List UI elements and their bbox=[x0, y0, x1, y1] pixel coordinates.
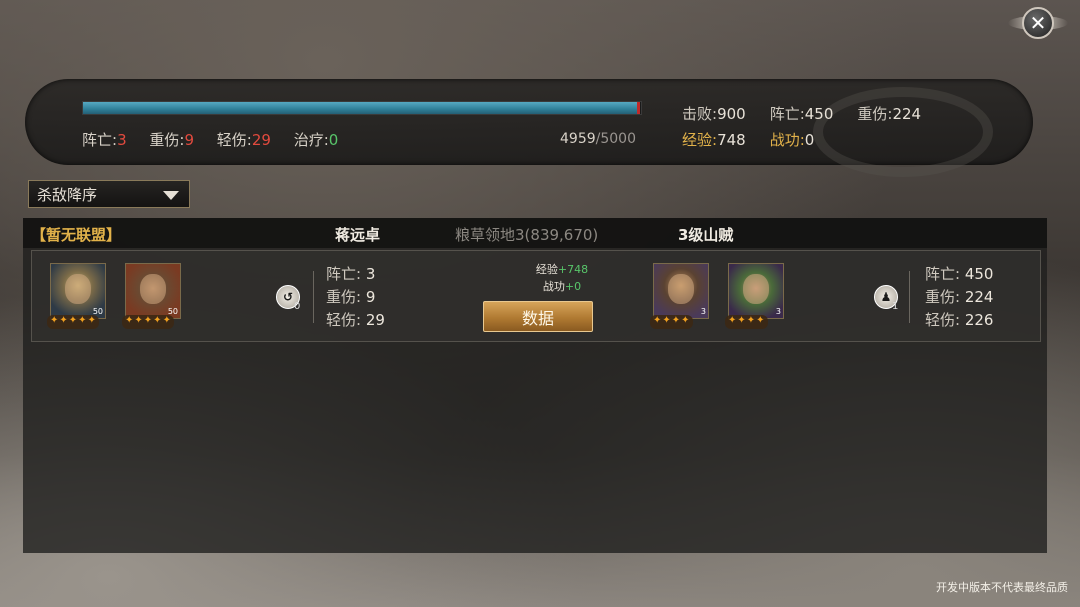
heavy-wound-label: 重伤: bbox=[326, 288, 362, 306]
hero-stars-right-2: ✦ ✦ ✦ ✦ bbox=[725, 315, 768, 329]
hero-portrait-right-1[interactable]: 3 bbox=[653, 263, 709, 319]
heal-label: 治疗: bbox=[293, 131, 329, 149]
hero-stars-right-1: ✦ ✦ ✦ ✦ bbox=[650, 315, 693, 329]
own-losses: 阵亡: 3 重伤: 9 轻伤: 29 bbox=[326, 263, 385, 332]
light-wound-value: 29 bbox=[365, 311, 385, 329]
hero-stars-left-2: ✦ ✦ ✦ ✦ ✦ bbox=[122, 315, 174, 329]
killed-label: 阵亡: bbox=[925, 265, 961, 283]
star-icon: ✦ bbox=[143, 315, 153, 326]
star-icon: ✦ bbox=[125, 315, 134, 326]
killed-label: 阵亡: bbox=[82, 131, 118, 149]
merit-value: 0 bbox=[804, 131, 815, 149]
heavy-wound-value: 9 bbox=[184, 131, 194, 149]
sort-dropdown[interactable]: 杀敌降序 bbox=[28, 180, 190, 208]
army-count-right: 1 bbox=[892, 301, 899, 312]
star-icon: ✦ bbox=[162, 315, 171, 326]
killed-value: 450 bbox=[964, 265, 994, 283]
reward-exp-label: 经验 bbox=[535, 263, 558, 276]
battle-summary-panel: 阵亡:3 重伤:9 轻伤:29 治疗:0 4959/5000 击败:900 阵亡… bbox=[25, 79, 1033, 177]
battle-rewards: 经验+748 战功+0 bbox=[502, 261, 622, 295]
star-icon: ✦ bbox=[68, 315, 78, 326]
killed-value: 3 bbox=[365, 265, 376, 283]
dev-watermark: 开发中版本不代表最终品质 bbox=[936, 581, 1068, 594]
star-icon: ✦ bbox=[78, 315, 87, 326]
hero-portrait-left-1[interactable]: 50 bbox=[50, 263, 106, 319]
reward-merit-value: +0 bbox=[564, 280, 582, 293]
star-icon: ✦ bbox=[87, 315, 96, 326]
enemy-heavy-label: 重伤: bbox=[857, 105, 893, 123]
alliance-name: 【暂无联盟】 bbox=[31, 226, 122, 244]
star-icon: ✦ bbox=[662, 315, 671, 326]
star-icon: ✦ bbox=[756, 315, 765, 326]
heavy-wound-value: 224 bbox=[964, 288, 994, 306]
battle-stats: 击败:900 阵亡:450 重伤:224 经验:748 战功:0 bbox=[682, 103, 945, 155]
enemy-heavy-value: 224 bbox=[892, 105, 922, 123]
light-wound-label: 轻伤: bbox=[925, 311, 961, 329]
enemy-killed-value: 450 bbox=[804, 105, 834, 123]
troop-count: 4959/5000 bbox=[560, 131, 636, 147]
light-wound-label: 轻伤: bbox=[216, 131, 252, 149]
hero-portrait-right-2[interactable]: 3 bbox=[728, 263, 784, 319]
star-icon: ✦ bbox=[134, 315, 143, 326]
killed-value: 3 bbox=[117, 131, 127, 149]
light-wound-value: 226 bbox=[964, 311, 994, 329]
enemy-losses: 阵亡: 450 重伤: 224 轻伤: 226 bbox=[925, 263, 993, 332]
star-icon: ✦ bbox=[59, 315, 68, 326]
light-wound-value: 29 bbox=[251, 131, 271, 149]
exp-value: 748 bbox=[717, 131, 746, 149]
hero-stars-left-1: ✦ ✦ ✦ ✦ ✦ bbox=[47, 315, 99, 329]
defeat-value: 900 bbox=[717, 105, 746, 123]
battle-record-row: 50 ✦ ✦ ✦ ✦ ✦ 50 ✦ ✦ ✦ ✦ ✦ ↺ 0 阵亡: 3 重伤: 9 轻伤: 29… bbox=[31, 250, 1041, 342]
close-icon[interactable]: ✕ bbox=[1022, 7, 1054, 39]
hero-face bbox=[668, 274, 694, 304]
divider bbox=[909, 271, 910, 323]
hero-portrait-left-2[interactable]: 50 bbox=[125, 263, 181, 319]
heavy-wound-label: 重伤: bbox=[149, 131, 185, 149]
divider bbox=[313, 271, 314, 323]
troop-progress-fill bbox=[83, 102, 640, 114]
battle-list: 【暂无联盟】 蒋远卓 粮草领地3(839,670) 3级山贼 50 ✦ ✦ ✦ ✦ ✦ … bbox=[23, 218, 1047, 553]
own-loss-summary: 阵亡:3 重伤:9 轻伤:29 治疗:0 bbox=[82, 129, 356, 150]
killed-label: 阵亡: bbox=[326, 265, 362, 283]
triangle-down-icon[interactable] bbox=[163, 191, 179, 200]
hero-level: 3 bbox=[700, 307, 706, 316]
battle-location[interactable]: 粮草领地3(839,670) bbox=[455, 224, 598, 245]
army-count-left: 0 bbox=[294, 301, 301, 312]
defeat-label: 击败: bbox=[682, 105, 718, 123]
player-name: 蒋远卓 bbox=[335, 226, 381, 244]
data-button[interactable]: 数据 bbox=[483, 301, 593, 332]
star-icon: ✦ bbox=[746, 315, 756, 326]
troop-current: 4959 bbox=[560, 131, 596, 147]
heavy-wound-value: 9 bbox=[365, 288, 376, 306]
hero-face bbox=[65, 274, 91, 304]
reward-merit-label: 战功 bbox=[542, 280, 565, 293]
star-icon: ✦ bbox=[681, 315, 690, 326]
hero-face bbox=[743, 274, 769, 304]
exp-label: 经验: bbox=[682, 131, 718, 149]
heavy-wound-label: 重伤: bbox=[925, 288, 961, 306]
star-icon: ✦ bbox=[671, 315, 681, 326]
star-icon: ✦ bbox=[737, 315, 746, 326]
merit-label: 战功: bbox=[769, 131, 805, 149]
light-wound-label: 轻伤: bbox=[326, 311, 362, 329]
troop-max: /5000 bbox=[595, 131, 636, 147]
enemy-killed-label: 阵亡: bbox=[769, 105, 805, 123]
troop-progress-bar bbox=[82, 101, 642, 115]
star-icon: ✦ bbox=[50, 315, 59, 326]
hero-level: 3 bbox=[775, 307, 781, 316]
enemy-name: 3级山贼 bbox=[678, 226, 734, 244]
reward-exp-value: +748 bbox=[557, 263, 589, 276]
close-button[interactable]: ✕ bbox=[1008, 6, 1068, 40]
star-icon: ✦ bbox=[653, 315, 662, 326]
battle-header: 【暂无联盟】 蒋远卓 粮草领地3(839,670) 3级山贼 bbox=[23, 218, 1047, 248]
star-icon: ✦ bbox=[728, 315, 737, 326]
hero-face bbox=[140, 274, 166, 304]
heal-value: 0 bbox=[328, 131, 339, 149]
star-icon: ✦ bbox=[153, 315, 162, 326]
sort-dropdown-value: 杀敌降序 bbox=[37, 185, 98, 204]
